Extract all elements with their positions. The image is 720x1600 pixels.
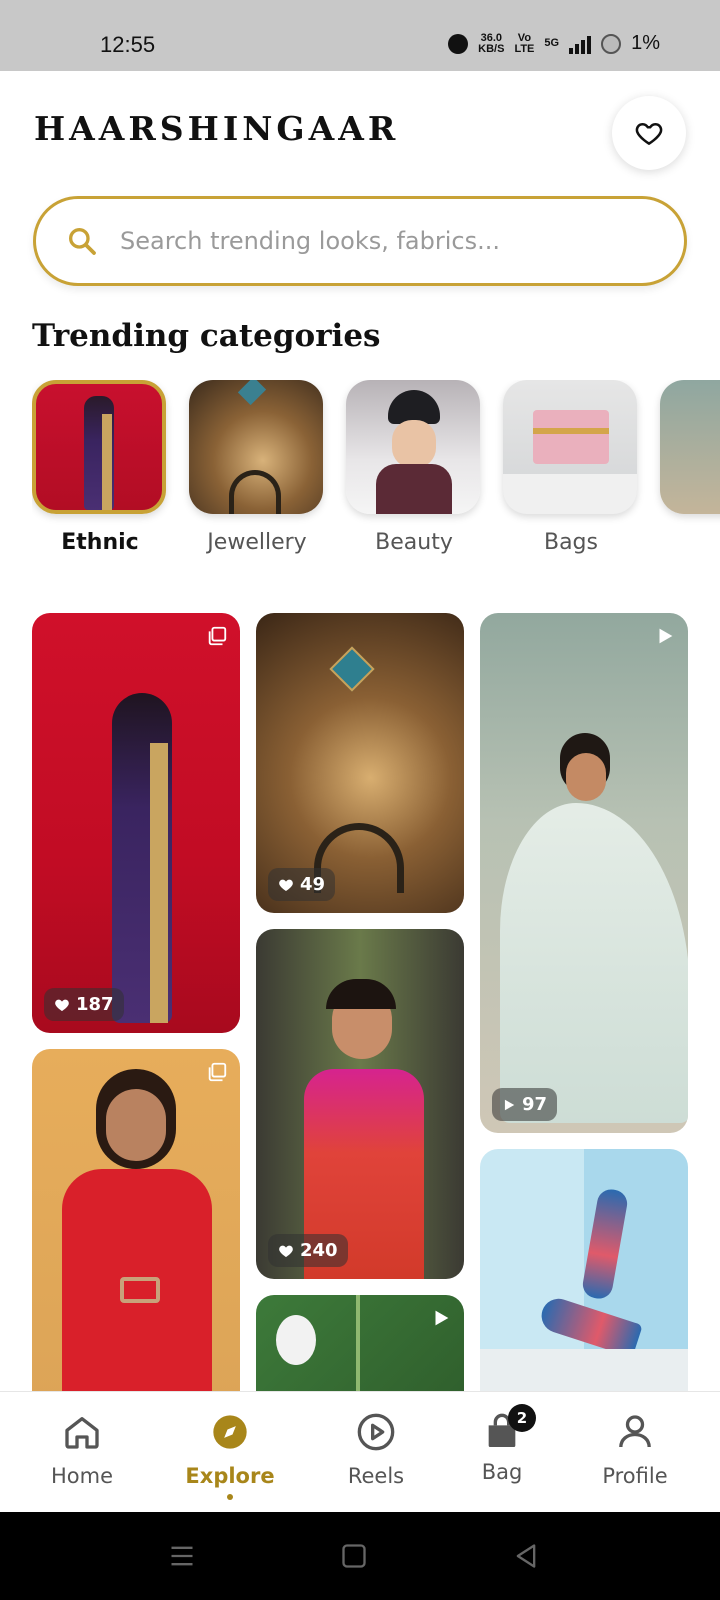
category-thumbnail <box>660 380 720 514</box>
play-icon <box>504 1099 515 1110</box>
heart-icon <box>635 123 663 145</box>
heart-icon <box>279 879 293 891</box>
category-label: Ethnic <box>61 530 139 555</box>
like-count-badge: 240 <box>268 1234 348 1267</box>
view-count-badge: 97 <box>492 1088 558 1121</box>
network-type: 5G <box>544 37 560 49</box>
category-more[interactable]: B <box>660 380 720 555</box>
app-header: HAARSHINGAAR <box>0 71 720 191</box>
feed-tile[interactable]: 49 <box>256 613 464 913</box>
wishlist-button[interactable] <box>612 96 686 170</box>
compass-icon <box>213 1415 247 1449</box>
status-bar: 12:55 36.0 KB/S Vo LTE 5G 1% <box>0 0 720 71</box>
back-icon[interactable] <box>512 1542 540 1570</box>
view-count: 97 <box>522 1094 548 1115</box>
home-icon <box>65 1417 99 1449</box>
play-circle-icon <box>357 1413 395 1451</box>
battery-level: 1% <box>631 32 660 54</box>
like-count-badge: 187 <box>44 988 124 1021</box>
category-carousel[interactable]: Ethnic Jewellery Beauty Bags B <box>32 380 720 560</box>
volte-indicator: Vo LTE <box>514 31 535 55</box>
category-ethnic[interactable]: Ethnic <box>32 380 168 555</box>
category-label: Bags <box>543 530 598 555</box>
feed-tile[interactable] <box>32 1049 240 1392</box>
category-label: Beauty <box>375 530 453 555</box>
net-speed-value: 36.0 <box>480 31 502 44</box>
bag-count-badge: 2 <box>508 1404 536 1432</box>
feed-tile[interactable]: 187 <box>32 613 240 1033</box>
user-icon <box>619 1415 651 1448</box>
category-label: Jewellery <box>207 530 307 555</box>
search-input[interactable] <box>120 227 640 255</box>
feed-tile[interactable] <box>480 1149 688 1392</box>
like-count: 49 <box>300 874 326 895</box>
category-bags[interactable]: Bags <box>503 380 639 555</box>
nav-bag[interactable]: 2 Bag <box>447 1404 557 1484</box>
nav-explore[interactable]: Explore <box>175 1412 285 1500</box>
category-thumbnail <box>189 380 323 514</box>
explore-grid: 187 49 240 97 <box>0 612 720 1392</box>
net-speed: 36.0 KB/S <box>478 31 505 55</box>
recent-apps-icon[interactable] <box>168 1542 196 1570</box>
feed-tile[interactable] <box>256 1295 464 1392</box>
volte-top: Vo <box>517 31 532 44</box>
home-square-icon[interactable] <box>340 1542 368 1570</box>
category-label: B <box>660 530 720 555</box>
category-jewellery[interactable]: Jewellery <box>189 380 325 555</box>
search-icon <box>69 228 96 255</box>
bottom-navigation: Home Explore Reels 2 Bag Profile <box>0 1391 720 1512</box>
status-icons: 36.0 KB/S Vo LTE 5G 1% <box>448 32 660 55</box>
battery-icon <box>601 33 622 54</box>
category-thumbnail <box>503 380 637 514</box>
nav-home[interactable]: Home <box>27 1412 137 1488</box>
brand-logo: HAARSHINGAAR <box>34 109 400 148</box>
bag-icon-wrapper: 2 <box>482 1404 536 1452</box>
net-speed-unit: KB/S <box>478 42 505 55</box>
multiple-images-icon <box>208 1062 227 1082</box>
multiple-images-icon <box>208 626 227 646</box>
category-thumbnail <box>346 380 480 514</box>
system-navigation-bar <box>0 1512 720 1600</box>
heart-icon <box>55 999 69 1011</box>
nav-label: Home <box>50 1464 113 1488</box>
nav-reels[interactable]: Reels <box>321 1412 431 1488</box>
search-bar[interactable] <box>33 196 687 286</box>
heart-icon <box>279 1245 293 1257</box>
feed-tile[interactable]: 97 <box>480 613 688 1133</box>
nav-label: Explore <box>185 1464 275 1488</box>
nav-label: Bag <box>481 1460 523 1484</box>
volte-bottom: LTE <box>514 42 535 55</box>
signal-icon <box>569 34 592 54</box>
alarm-icon <box>448 33 469 54</box>
video-play-icon <box>435 1310 449 1326</box>
nav-label: Reels <box>347 1464 405 1488</box>
nav-label: Profile <box>602 1464 668 1488</box>
category-thumbnail <box>32 380 166 514</box>
nav-profile[interactable]: Profile <box>580 1412 690 1488</box>
like-count: 240 <box>300 1240 338 1261</box>
feed-tile[interactable]: 240 <box>256 929 464 1279</box>
section-title: Trending categories <box>32 318 381 354</box>
category-beauty[interactable]: Beauty <box>346 380 482 555</box>
like-count-badge: 49 <box>268 868 336 901</box>
video-play-icon <box>659 628 673 644</box>
active-indicator <box>227 1494 233 1500</box>
like-count: 187 <box>76 994 114 1015</box>
status-time: 12:55 <box>100 32 156 57</box>
